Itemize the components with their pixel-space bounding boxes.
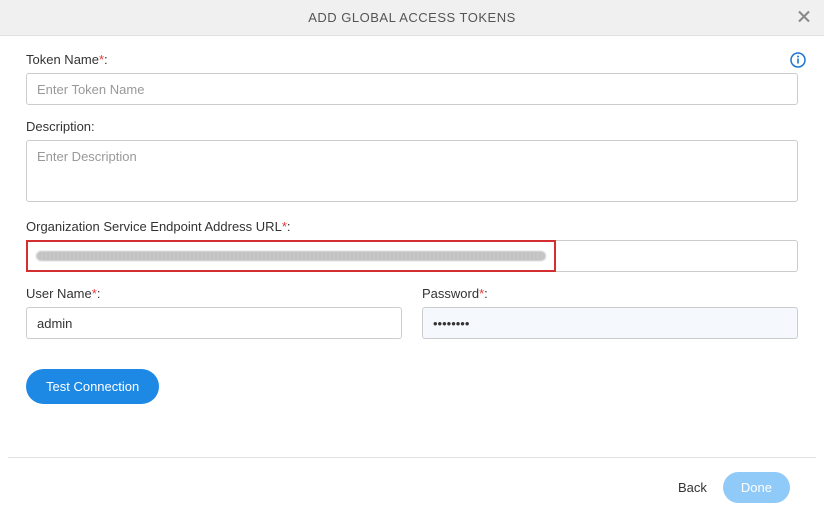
test-connection-button[interactable]: Test Connection <box>26 369 159 404</box>
endpoint-url-input[interactable] <box>26 240 556 272</box>
dialog-footer: Back Done <box>8 457 816 517</box>
description-group: Description: <box>26 119 798 205</box>
token-name-label: Token Name*: <box>26 52 798 67</box>
username-input[interactable] <box>26 307 402 339</box>
token-name-input[interactable] <box>26 73 798 105</box>
username-label: User Name*: <box>26 286 402 301</box>
password-label: Password*: <box>422 286 798 301</box>
username-group: User Name*: <box>26 286 402 339</box>
required-indicator: * <box>479 286 484 301</box>
endpoint-url-input-extension[interactable] <box>556 240 798 272</box>
back-button[interactable]: Back <box>678 480 707 495</box>
password-group: Password*: <box>422 286 798 339</box>
required-indicator: * <box>92 286 97 301</box>
required-indicator: * <box>282 219 287 234</box>
close-icon[interactable] <box>796 8 812 27</box>
token-name-group: Token Name*: <box>26 52 798 105</box>
info-icon[interactable] <box>790 52 806 71</box>
done-button[interactable]: Done <box>723 472 790 503</box>
dialog-content: Token Name*: Description: Organization S… <box>0 36 824 414</box>
password-input[interactable] <box>422 307 798 339</box>
dialog-header: ADD GLOBAL ACCESS TOKENS <box>0 0 824 36</box>
dialog-title: ADD GLOBAL ACCESS TOKENS <box>308 10 516 25</box>
endpoint-url-redacted <box>36 251 546 261</box>
description-input[interactable] <box>26 140 798 202</box>
required-indicator: * <box>99 52 104 67</box>
description-label: Description: <box>26 119 798 134</box>
endpoint-url-label: Organization Service Endpoint Address UR… <box>26 219 798 234</box>
endpoint-url-group: Organization Service Endpoint Address UR… <box>26 219 798 272</box>
